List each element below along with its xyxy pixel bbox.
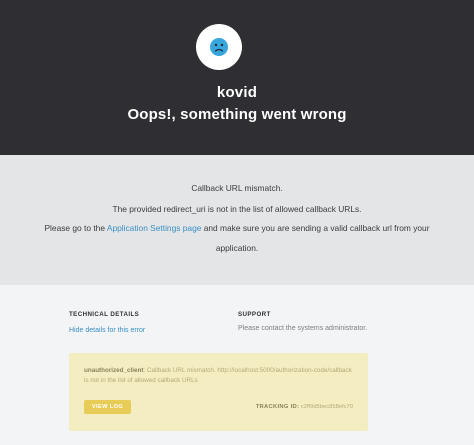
sad-face-icon [210,38,228,56]
error-page: kovid Oops!, something went wrong Callba… [0,0,474,445]
error-code: unauthorized_client [84,367,144,374]
support-heading: SUPPORT [238,311,271,318]
details-section: TECHNICAL DETAILS SUPPORT Hide details f… [0,285,474,445]
view-log-button[interactable]: VIEW LOG [84,400,131,414]
technical-details-heading: TECHNICAL DETAILS [69,311,140,318]
support-text: Please contact the systems administrator… [238,325,368,332]
error-instructions-end: application. [215,243,259,253]
instructions-prefix: Please go to the [44,223,107,233]
error-details-box: unauthorized_client: Callback URL mismat… [69,353,368,431]
page-title: Oops!, something went wrong [127,106,347,123]
error-message-band: Callback URL mismatch. The provided redi… [0,155,474,285]
application-settings-link[interactable]: Application Settings page [107,223,202,233]
error-instructions: Please go to the Application Settings pa… [0,223,474,233]
header: kovid Oops!, something went wrong [0,0,474,155]
error-details-text: unauthorized_client: Callback URL mismat… [84,366,354,386]
error-summary: Callback URL mismatch. [191,183,283,193]
tracking-id: TRACKING ID: c2ff9d5bec858efc70 [256,404,353,410]
instructions-suffix: and make sure you are sending a valid ca… [201,223,430,233]
error-description: The provided redirect_uri is not in the … [112,204,362,214]
hide-details-link[interactable]: Hide details for this error [69,327,145,334]
avatar [196,24,242,70]
tracking-id-label: TRACKING ID: [255,404,300,410]
tracking-id-value: c2ff9d5bec858efc70 [300,404,353,410]
app-name: kovid [216,84,258,101]
